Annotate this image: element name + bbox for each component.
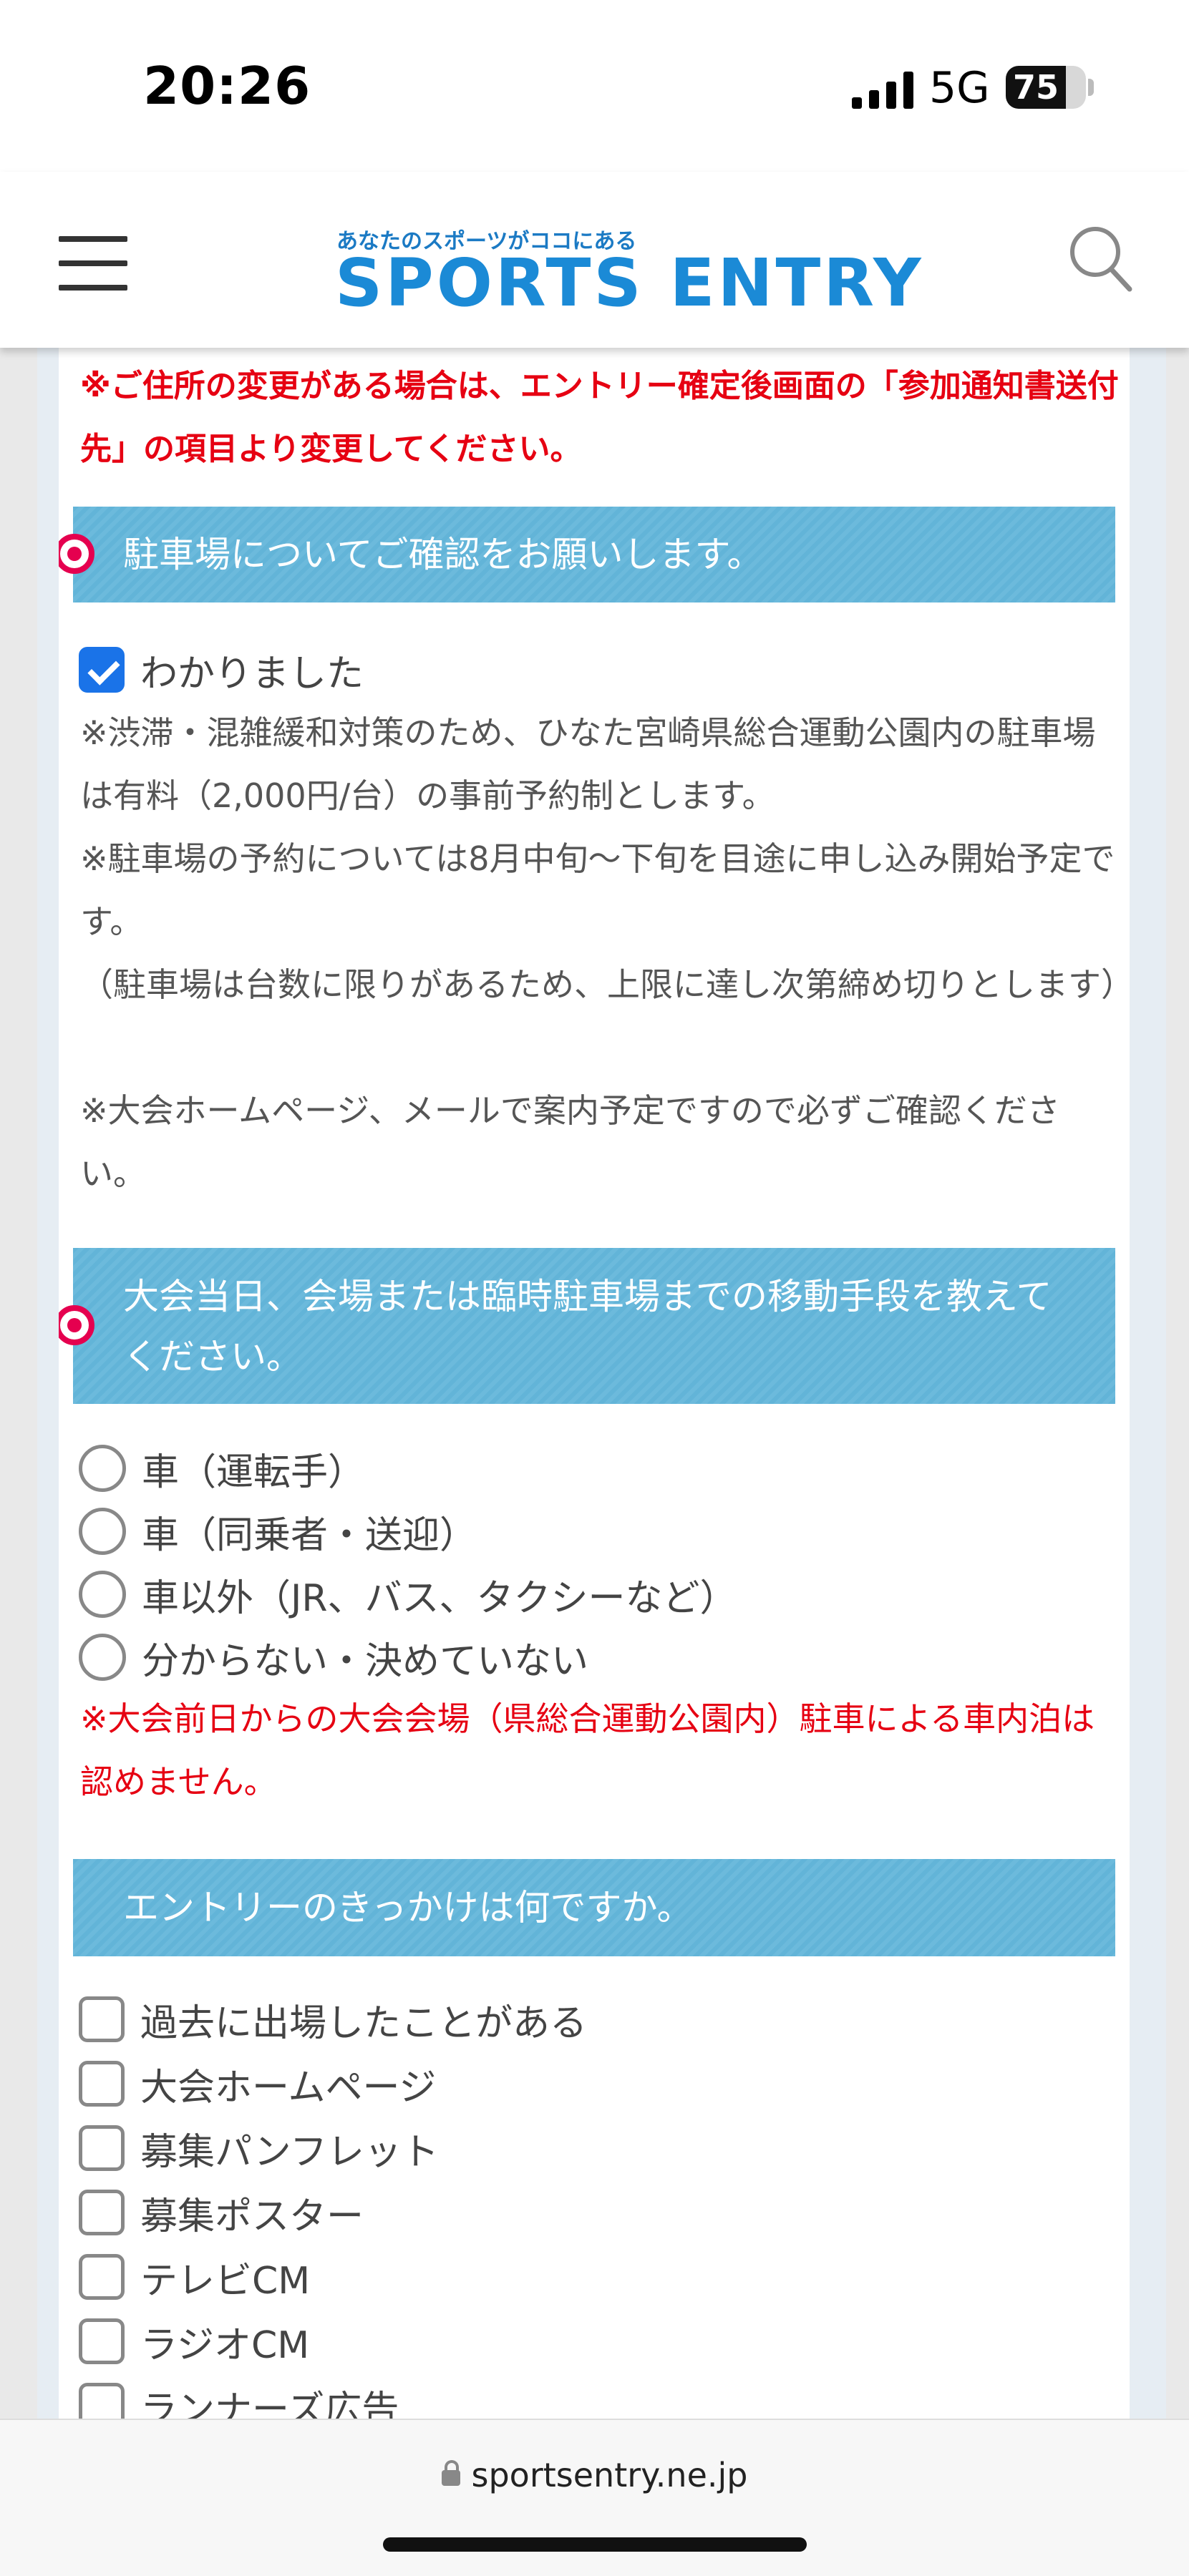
address-change-note: ※ご住所の変更がある場合は、エントリー確定後画面の「参加通知書送付先」の項目より… <box>80 368 1119 467</box>
status-time: 20:26 <box>143 56 311 116</box>
url-text: sportsentry.ne.jp <box>471 2456 748 2494</box>
trigger-option[interactable]: 募集ポスター <box>79 2184 364 2241</box>
radio-icon[interactable] <box>79 1571 126 1618</box>
trigger-heading-text: エントリーのきっかけは何ですか。 <box>123 1887 693 1928</box>
cellular-signal-icon <box>852 72 913 109</box>
trigger-option-label: テレビCM <box>140 2259 311 2303</box>
battery-icon: 75 <box>1006 66 1086 109</box>
checkbox-icon[interactable] <box>79 2254 125 2300</box>
trigger-option-label: 大会ホームページ <box>140 2066 437 2109</box>
checkbox-icon[interactable] <box>79 1996 125 2042</box>
transport-option-label: 車（同乗者・送迎） <box>142 1513 477 1557</box>
browser-url-bar[interactable]: sportsentry.ne.jp <box>0 2419 1189 2576</box>
parking-note-3: （駐車場は台数に限りがあるため、上限に達し次第締め切りとします） <box>80 965 1130 1004</box>
trigger-option[interactable]: 大会ホームページ <box>79 2055 436 2112</box>
parking-note-2: ※駐車場の予約については8月中旬〜下旬を目途に申し込み開始予定です。 <box>80 839 1115 941</box>
trigger-option-label: ラジオCM <box>140 2323 310 2367</box>
transport-heading-text: 大会当日、会場または臨時駐車場までの移動手段を教えてください。 <box>123 1276 1052 1377</box>
trigger-option-label: 過去に出場したことがある <box>140 2001 588 2045</box>
transport-option-passenger[interactable]: 車（同乗者・送迎） <box>79 1503 477 1560</box>
menu-icon[interactable] <box>59 236 127 291</box>
parking-note-4: ※大会ホームページ、メールで案内予定ですので必ずご確認ください。 <box>80 1091 1060 1193</box>
trigger-option-label: 募集パンフレット <box>140 2130 440 2174</box>
checkbox-icon[interactable] <box>79 2125 125 2171</box>
trigger-option-label: 募集ポスター <box>140 2195 364 2238</box>
search-icon[interactable] <box>1068 223 1132 292</box>
transport-section-heading: 大会当日、会場または臨時駐車場までの移動手段を教えてください。 <box>73 1248 1115 1404</box>
transport-option-label: 車以外（JR、バス、タクシーなど） <box>142 1576 737 1620</box>
entry-form-card: ※ご住所の変更がある場合は、エントリー確定後画面の「参加通知書送付先」の項目より… <box>59 348 1130 2419</box>
trigger-option[interactable]: テレビCM <box>79 2248 310 2306</box>
transport-option-driver[interactable]: 車（運転手） <box>79 1440 365 1497</box>
status-bar: 20:26 5G 75 <box>0 0 1189 172</box>
car-stay-note: ※大会前日からの大会会場（県総合運動公園内）駐車による車内泊は認めません。 <box>80 1699 1095 1801</box>
transport-option-label: 車（運転手） <box>142 1450 366 1494</box>
checkbox-checked-icon[interactable] <box>79 647 125 693</box>
url-display[interactable]: sportsentry.ne.jp <box>0 2456 1189 2494</box>
lock-icon <box>441 2459 460 2486</box>
checkbox-icon[interactable] <box>79 2190 125 2235</box>
site-header: あなたのスポーツがココにある SPORTS ENTRY <box>0 172 1189 348</box>
radio-icon[interactable] <box>79 1634 126 1681</box>
trigger-option[interactable]: 過去に出場したことがある <box>79 1991 587 2048</box>
parking-note-1: ※渋滞・混雑緩和対策のため、ひなた宮崎県総合運動公園内の駐車場は有料（2,000… <box>80 713 1096 815</box>
parking-confirm-checkbox[interactable]: わかりました <box>79 641 364 698</box>
trigger-option[interactable]: 募集パンフレット <box>79 2119 439 2177</box>
trigger-option-label: ランナーズ広告 <box>140 2388 399 2419</box>
battery-percent: 75 <box>1012 68 1059 107</box>
radio-icon[interactable] <box>79 1445 126 1492</box>
checkbox-icon[interactable] <box>79 2318 125 2364</box>
parking-section-heading: 駐車場についてご確認をお願いします。 <box>73 507 1115 602</box>
home-indicator[interactable] <box>383 2537 807 2552</box>
site-logo[interactable]: SPORTS ENTRY <box>335 245 924 321</box>
parking-heading-text: 駐車場についてご確認をお願いします。 <box>123 534 763 575</box>
trigger-section-heading: エントリーのきっかけは何ですか。 <box>73 1859 1115 1956</box>
checkbox-icon[interactable] <box>79 2383 125 2419</box>
trigger-option[interactable]: ランナーズ広告 <box>79 2377 399 2419</box>
network-type: 5G <box>929 63 990 113</box>
transport-option-label: 分からない・決めていない <box>142 1639 589 1683</box>
transport-option-other[interactable]: 車以外（JR、バス、タクシーなど） <box>79 1566 737 1623</box>
radio-icon[interactable] <box>79 1508 126 1555</box>
transport-option-undecided[interactable]: 分からない・決めていない <box>79 1629 588 1686</box>
battery-nub <box>1088 79 1094 96</box>
parking-confirm-label: わかりました <box>140 652 364 696</box>
trigger-option[interactable]: ラジオCM <box>79 2313 309 2370</box>
checkbox-icon[interactable] <box>79 2061 125 2107</box>
